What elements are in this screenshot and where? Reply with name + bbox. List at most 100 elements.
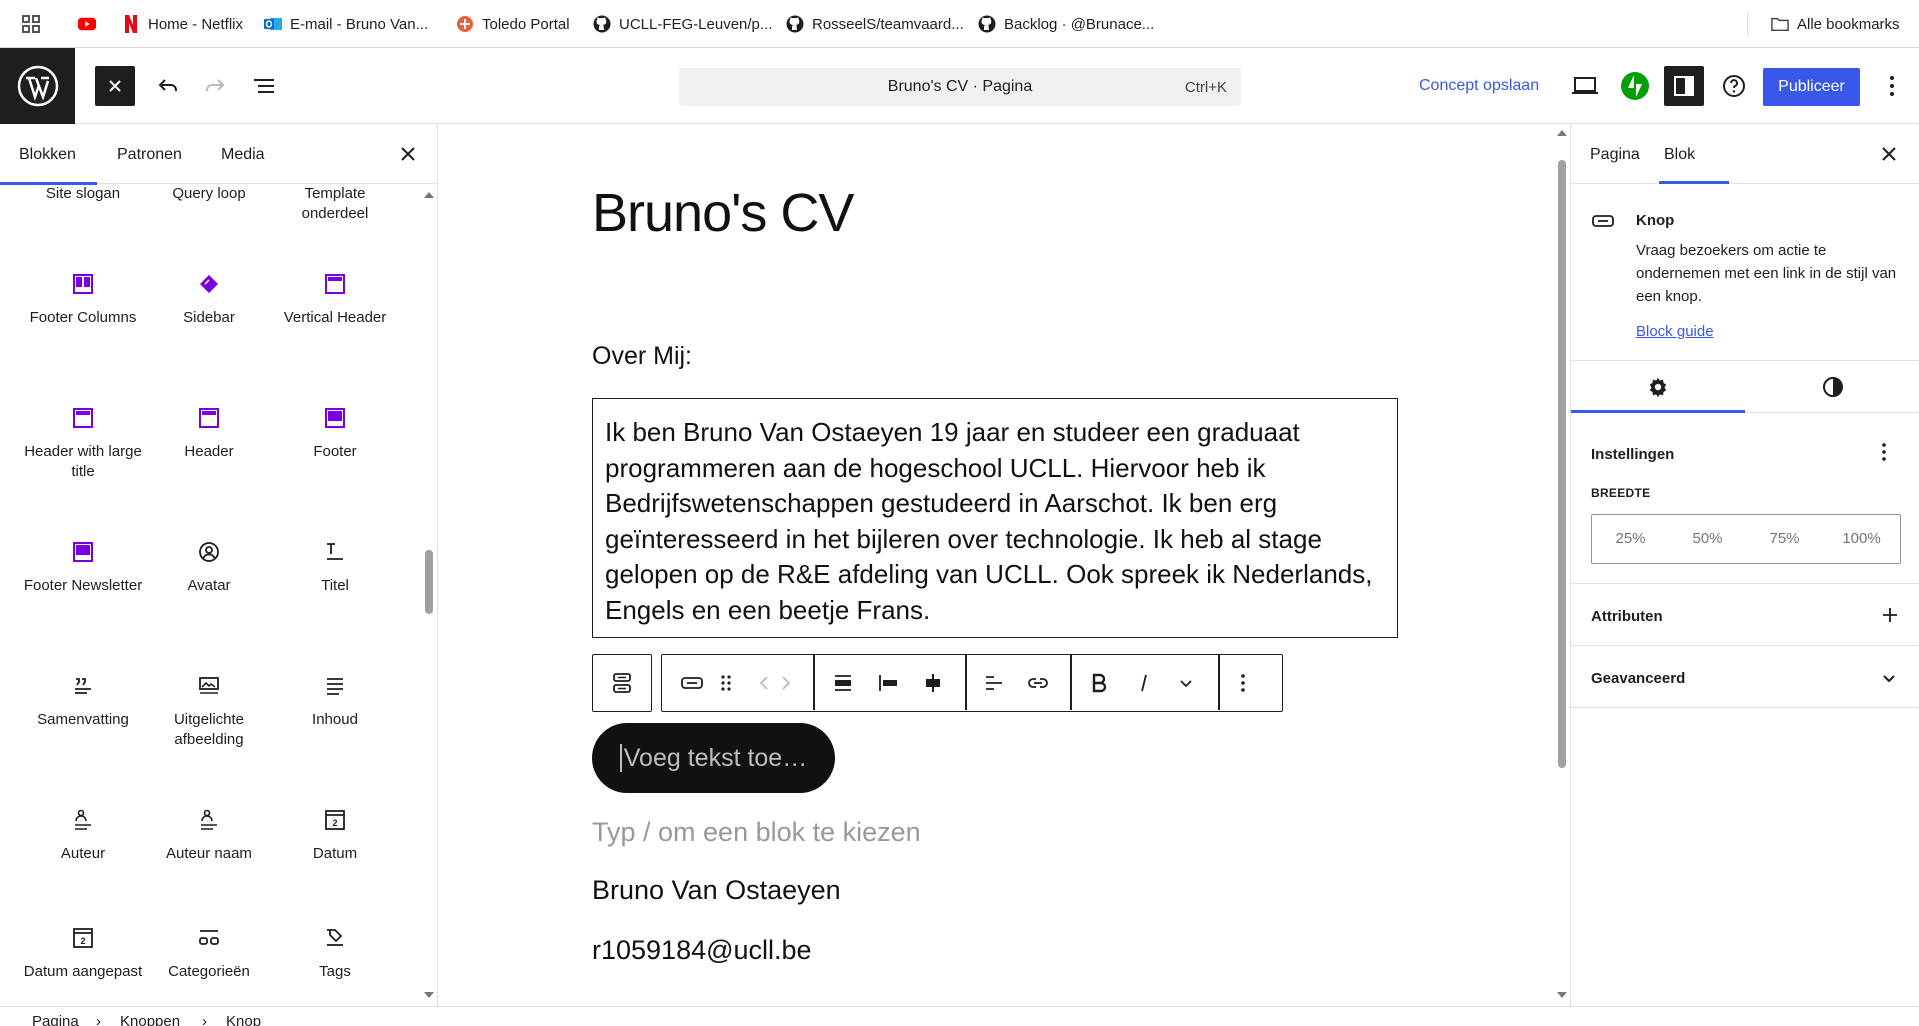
move-left-button[interactable] <box>758 655 770 710</box>
breadcrumb-buttons[interactable]: Knoppen <box>120 1013 180 1026</box>
block-categories[interactable]: Categorieën <box>146 926 272 982</box>
toolbar-divider <box>813 655 815 710</box>
breadcrumb-page[interactable]: Pagina <box>32 1013 79 1026</box>
preview-button[interactable] <box>1565 66 1605 106</box>
width-option-50[interactable]: 50% <box>1669 515 1746 563</box>
block-header[interactable]: Header <box>146 406 272 462</box>
header-layout-icon <box>71 406 95 430</box>
block-guide-link[interactable]: Block guide <box>1636 323 1714 340</box>
move-right-button[interactable] <box>780 655 792 710</box>
attributes-panel[interactable]: Attributen <box>1571 584 1919 646</box>
justify-full-button[interactable] <box>831 655 855 710</box>
tab-block[interactable]: Blok <box>1664 146 1695 164</box>
block-type-button[interactable] <box>680 655 704 710</box>
block-date[interactable]: 2 Datum <box>272 808 398 864</box>
name-paragraph[interactable]: Bruno Van Ostaeyen <box>592 875 841 906</box>
block-vertical-header[interactable]: Vertical Header <box>272 272 398 328</box>
width-option-75[interactable]: 75% <box>1746 515 1823 563</box>
default-block-appender[interactable]: Typ / om een blok te kiezen <box>592 817 921 848</box>
select-parent-button[interactable] <box>610 655 634 710</box>
toolbar-divider <box>1070 655 1072 710</box>
command-palette[interactable]: Bruno's CV · Pagina Ctrl+K <box>679 68 1241 106</box>
link-button[interactable] <box>1026 655 1050 710</box>
paragraph-block[interactable]: Ik ben Bruno Van Ostaeyen 19 jaar en stu… <box>592 398 1398 638</box>
block-footer[interactable]: Footer <box>272 406 398 462</box>
bookmark-backlog[interactable]: Backlog · @Brunace... <box>978 12 1154 36</box>
drag-handle[interactable] <box>720 655 732 710</box>
redo-button[interactable] <box>195 66 235 106</box>
text-cursor <box>619 744 622 772</box>
canvas-scrollbar[interactable] <box>1555 124 1569 1006</box>
text-align-button[interactable] <box>982 655 1006 710</box>
inserter-scrollbar[interactable] <box>422 184 436 1006</box>
wordpress-logo-icon[interactable] <box>0 48 75 124</box>
document-overview-button[interactable] <box>244 66 284 106</box>
categories-icon <box>197 926 221 950</box>
close-inserter-icon[interactable] <box>400 146 416 162</box>
block-query-loop[interactable]: Query loop <box>146 184 272 204</box>
block-author-name[interactable]: Auteur naam <box>146 808 272 864</box>
block-author[interactable]: Auteur <box>20 808 146 864</box>
close-sidebar-icon[interactable] <box>1881 146 1897 162</box>
bookmark-github-rosseel[interactable]: RosseelS/teamvaard... <box>786 12 964 36</box>
width-option-25[interactable]: 25% <box>1592 515 1669 563</box>
tab-page[interactable]: Pagina <box>1590 146 1640 164</box>
block-template-part[interactable]: Template onderdeel <box>272 184 398 224</box>
more-vertical-icon <box>1890 76 1894 96</box>
header-layout-icon <box>323 272 347 296</box>
block-avatar[interactable]: Avatar <box>146 540 272 596</box>
italic-button[interactable] <box>1132 655 1156 710</box>
bookmark-netflix[interactable]: Home - Netflix <box>122 12 243 36</box>
help-button[interactable] <box>1714 66 1754 106</box>
tab-media[interactable]: Media <box>221 146 265 164</box>
block-content[interactable]: Inhoud <box>272 674 398 730</box>
save-draft-button[interactable]: Concept opslaan <box>1419 77 1539 95</box>
jetpack-button[interactable] <box>1618 69 1652 103</box>
block-options-button[interactable] <box>1240 655 1246 710</box>
chevron-right-icon <box>782 675 791 690</box>
justify-left-button[interactable] <box>876 655 900 710</box>
more-rich-text-button[interactable] <box>1174 655 1198 710</box>
settings-tab[interactable] <box>1571 361 1745 413</box>
page-title[interactable]: Bruno's CV <box>592 182 854 244</box>
svg-text:2: 2 <box>80 936 85 946</box>
bookmark-github-ucll[interactable]: UCLL-FEG-Leuven/p... <box>593 12 772 36</box>
settings-toggle-button[interactable] <box>1664 66 1704 106</box>
footer-layout-icon <box>71 272 95 296</box>
apps-icon[interactable] <box>22 12 40 36</box>
avatar-icon <box>197 540 221 564</box>
block-featured-image[interactable]: Uitgelichte afbeelding <box>146 674 272 750</box>
button-block-icon <box>1591 209 1615 233</box>
options-button[interactable] <box>1874 66 1910 106</box>
tab-patterns[interactable]: Patronen <box>117 146 182 164</box>
styles-tab[interactable] <box>1746 361 1919 413</box>
block-site-tagline[interactable]: Site slogan <box>20 184 146 204</box>
tab-blocks[interactable]: Blokken <box>19 146 76 164</box>
all-bookmarks-button[interactable]: Alle bookmarks <box>1771 12 1900 36</box>
block-tags[interactable]: Tags <box>272 926 398 982</box>
advanced-panel[interactable]: Geavanceerd <box>1571 646 1919 708</box>
bookmark-email[interactable]: E-mail - Bruno Van... <box>264 12 428 36</box>
block-date-modified[interactable]: 2 Datum aangepast <box>20 926 146 982</box>
toledo-icon <box>456 15 474 33</box>
block-excerpt[interactable]: Samenvatting <box>20 674 146 730</box>
youtube-bookmark[interactable] <box>78 12 96 36</box>
undo-button[interactable] <box>148 66 188 106</box>
heading-block[interactable]: Over Mij: <box>592 342 692 371</box>
publish-button[interactable]: Publiceer <box>1763 68 1860 106</box>
justify-center-button[interactable] <box>921 655 945 710</box>
block-title[interactable]: Titel <box>272 540 398 596</box>
block-header-large-title[interactable]: Header with large title <box>20 406 146 482</box>
gear-icon <box>1649 377 1667 398</box>
block-sidebar[interactable]: Sidebar <box>146 272 272 328</box>
settings-options-button[interactable] <box>1881 442 1887 462</box>
close-inserter-button[interactable] <box>95 66 135 106</box>
width-option-100[interactable]: 100% <box>1823 515 1900 563</box>
bold-button[interactable] <box>1087 655 1111 710</box>
bookmark-toledo[interactable]: Toledo Portal <box>456 12 570 36</box>
block-footer-newsletter[interactable]: Footer Newsletter <box>20 540 146 596</box>
button-block[interactable]: Voeg tekst toe… <box>592 723 835 793</box>
block-footer-columns[interactable]: Footer Columns <box>20 272 146 328</box>
email-paragraph[interactable]: r1059184@ucll.be <box>592 935 812 966</box>
button-text-placeholder[interactable]: Voeg tekst toe… <box>624 744 807 773</box>
